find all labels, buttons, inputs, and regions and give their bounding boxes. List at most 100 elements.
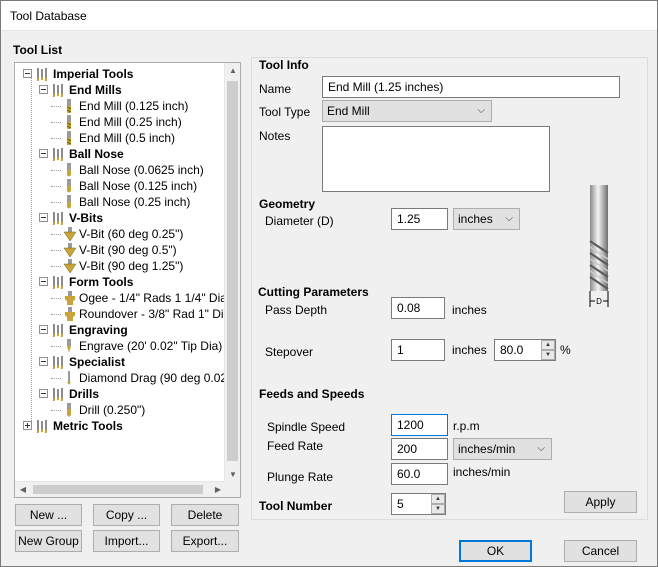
diameter-units-select[interactable]: inches ⌵ xyxy=(453,208,520,230)
scroll-left-arrow-icon[interactable]: ◀ xyxy=(15,482,31,497)
tool-tree-label: Diamond Drag (90 deg 0.020" xyxy=(79,371,226,385)
tool-tree-group[interactable]: V-Bits xyxy=(15,210,226,226)
tree-branch-line xyxy=(51,346,61,347)
stepover-spin-down-icon[interactable]: ▼ xyxy=(541,350,555,360)
stepover-spin-up-icon[interactable]: ▲ xyxy=(541,340,555,350)
tool-tree-item[interactable]: V-Bit (90 deg 0.5") xyxy=(15,242,226,258)
tool-tree-group[interactable]: Form Tools xyxy=(15,274,226,290)
stepover-label: Stepover xyxy=(265,345,314,359)
tool-tree-label: End Mill (0.5 inch) xyxy=(79,131,176,145)
ok-button[interactable]: OK xyxy=(459,540,532,562)
chevron-down-icon: ⌵ xyxy=(477,105,485,116)
tool-tree-label: Specialist xyxy=(69,355,126,369)
tool-tree-label: Ogee - 1/4" Rads 1 1/4" Dia 1 xyxy=(79,291,226,305)
spindle-speed-input[interactable] xyxy=(391,414,448,436)
tool-tree-label: Metric Tools xyxy=(53,419,123,433)
tool-tree-item[interactable]: Engrave (20' 0.02" Tip Dia) xyxy=(15,338,226,354)
tool-tree-item[interactable]: V-Bit (90 deg 1.25") xyxy=(15,258,226,274)
tool-list-label: Tool List xyxy=(13,43,63,57)
feeds-speeds-heading: Feeds and Speeds xyxy=(259,387,365,401)
apply-button[interactable]: Apply xyxy=(564,491,637,513)
tool-tree-content: Imperial Tools End Mills End Mill (0.125 i… xyxy=(15,63,226,483)
tool-tree-label: Ball Nose (0.25 inch) xyxy=(79,195,191,209)
tree-branch-line xyxy=(51,186,61,187)
feed-rate-units-selected: inches/min xyxy=(458,442,516,456)
tool-tree-label: End Mill (0.125 inch) xyxy=(79,99,189,113)
tool-tree-item[interactable]: V-Bit (60 deg 0.25") xyxy=(15,226,226,242)
collapse-icon[interactable] xyxy=(39,325,48,334)
tool-tree-group[interactable]: Specialist xyxy=(15,354,226,370)
tool-tree-item[interactable]: Ball Nose (0.25 inch) xyxy=(15,194,226,210)
tool-tree-item[interactable]: Ogee - 1/4" Rads 1 1/4" Dia 1 xyxy=(15,290,226,306)
tool-tree-group[interactable]: End Mills xyxy=(15,82,226,98)
copy-tool-button[interactable]: Copy ... xyxy=(93,504,160,526)
tool-tree-label: End Mill (0.25 inch) xyxy=(79,115,182,129)
collapse-icon[interactable] xyxy=(39,357,48,366)
tool-tree-item[interactable]: End Mill (0.5 inch) xyxy=(15,130,226,146)
collapse-icon[interactable] xyxy=(39,85,48,94)
tool-tree[interactable]: Imperial Tools End Mills End Mill (0.125 i… xyxy=(14,62,241,498)
stepover-unit: inches xyxy=(452,343,487,357)
tree-horizontal-scrollbar[interactable]: ◀ ▶ xyxy=(15,481,226,497)
tool-number-spin-down-icon[interactable]: ▼ xyxy=(431,504,445,514)
tool-tree-label: V-Bit (90 deg 1.25") xyxy=(79,259,184,273)
tool-library-icon xyxy=(35,418,51,438)
cancel-button[interactable]: Cancel xyxy=(564,540,637,562)
tree-vertical-scrollbar[interactable]: ▲ ▼ xyxy=(224,63,240,483)
percent-sign: % xyxy=(560,343,571,357)
feed-rate-units-select[interactable]: inches/min ⌵ xyxy=(453,438,552,460)
tree-horizontal-scroll-thumb[interactable] xyxy=(33,485,203,494)
tool-tree-group[interactable]: Metric Tools xyxy=(15,418,226,434)
collapse-icon[interactable] xyxy=(39,213,48,222)
tool-tree-label: Engrave (20' 0.02" Tip Dia) xyxy=(79,339,223,353)
tool-tree-item[interactable]: Drill (0.250") xyxy=(15,402,226,418)
tool-info-heading: Tool Info xyxy=(259,58,309,72)
tool-tree-group[interactable]: Drills xyxy=(15,386,226,402)
tool-tree-group[interactable]: Engraving xyxy=(15,322,226,338)
pass-depth-label: Pass Depth xyxy=(265,303,328,317)
tool-name-input[interactable] xyxy=(322,76,620,98)
stepover-input[interactable] xyxy=(391,339,445,361)
tool-tree-item[interactable]: End Mill (0.125 inch) xyxy=(15,98,226,114)
tool-number-spin-up-icon[interactable]: ▲ xyxy=(431,494,445,504)
pass-depth-input[interactable] xyxy=(391,297,445,319)
tool-tree-item[interactable]: Roundover - 3/8" Rad 1" Dia x xyxy=(15,306,226,322)
tree-branch-line xyxy=(51,122,61,123)
tree-branch-line xyxy=(51,234,61,235)
pass-depth-unit: inches xyxy=(452,303,487,317)
notes-textarea[interactable] xyxy=(322,126,550,192)
cutting-parameters-heading: Cutting Parameters xyxy=(258,285,369,299)
diameter-diagram-label: D xyxy=(596,297,602,306)
tool-type-label: Tool Type xyxy=(259,105,311,119)
delete-tool-button[interactable]: Delete xyxy=(171,504,239,526)
tree-branch-line xyxy=(51,378,61,379)
tree-branch-line xyxy=(51,266,61,267)
scroll-up-arrow-icon[interactable]: ▲ xyxy=(225,63,240,79)
tool-tree-item[interactable]: Ball Nose (0.125 inch) xyxy=(15,178,226,194)
geometry-heading: Geometry xyxy=(259,197,316,211)
tool-tree-group[interactable]: Ball Nose xyxy=(15,146,226,162)
tool-tree-label: Drills xyxy=(69,387,100,401)
tool-type-select[interactable]: End Mill ⌵ xyxy=(322,100,492,122)
diameter-input[interactable] xyxy=(391,208,448,230)
tree-vertical-scroll-thumb[interactable] xyxy=(227,81,238,461)
expand-icon[interactable] xyxy=(23,421,32,430)
collapse-icon[interactable] xyxy=(39,277,48,286)
tool-tree-item[interactable]: Ball Nose (0.0625 inch) xyxy=(15,162,226,178)
collapse-icon[interactable] xyxy=(39,149,48,158)
diameter-label: Diameter (D) xyxy=(265,214,334,228)
tool-tree-label: Ball Nose xyxy=(69,147,124,161)
collapse-icon[interactable] xyxy=(39,389,48,398)
collapse-icon[interactable] xyxy=(23,69,32,78)
tool-tree-item[interactable]: Diamond Drag (90 deg 0.020" xyxy=(15,370,226,386)
export-button[interactable]: Export... xyxy=(171,530,239,552)
title-bar[interactable]: Tool Database xyxy=(1,1,657,31)
import-button[interactable]: Import... xyxy=(93,530,160,552)
new-tool-button[interactable]: New ... xyxy=(15,504,82,526)
tool-tree-label: Ball Nose (0.0625 inch) xyxy=(79,163,204,177)
new-group-button[interactable]: New Group xyxy=(15,530,82,552)
tool-tree-group[interactable]: Imperial Tools xyxy=(15,66,226,82)
feed-rate-input[interactable] xyxy=(391,438,448,460)
plunge-rate-input[interactable] xyxy=(391,463,448,485)
tool-tree-item[interactable]: End Mill (0.25 inch) xyxy=(15,114,226,130)
